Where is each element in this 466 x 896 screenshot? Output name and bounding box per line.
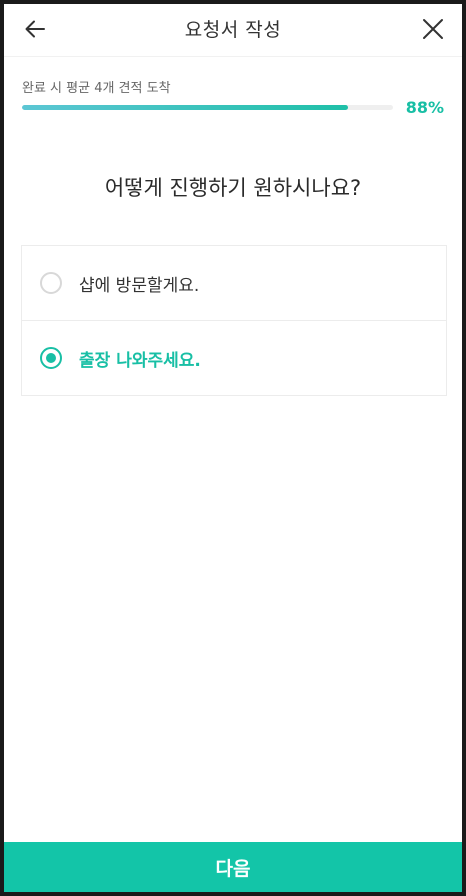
header: 요청서 작성 <box>4 4 462 57</box>
progress-percent: 88% <box>405 98 444 117</box>
radio-unchecked-icon[interactable] <box>40 272 62 294</box>
option-label: 샵에 방문할게요. <box>79 275 200 296</box>
option-home-visit[interactable]: 출장 나와주세요. <box>22 321 446 395</box>
page-title: 요청서 작성 <box>184 19 282 41</box>
radio-checked-icon[interactable] <box>40 347 62 369</box>
option-label: 출장 나와주세요. <box>79 350 201 371</box>
progress-bar <box>22 105 393 110</box>
next-button[interactable]: 다음 <box>4 842 462 892</box>
progress-bar-fill <box>22 105 349 110</box>
close-button[interactable] <box>416 14 450 44</box>
question-title: 어떻게 진행하기 원하시나요? <box>104 176 362 200</box>
option-visit-shop[interactable]: 샵에 방문할게요. <box>22 246 446 321</box>
app-screen: 요청서 작성 완료 시 평균 4개 견적 도착 88% 어떻게 진행하기 원하시… <box>4 4 462 892</box>
close-icon <box>423 19 443 39</box>
option-list: 샵에 방문할게요. 출장 나와주세요. <box>21 245 447 396</box>
progress-label: 완료 시 평균 4개 견적 도착 <box>22 81 171 96</box>
